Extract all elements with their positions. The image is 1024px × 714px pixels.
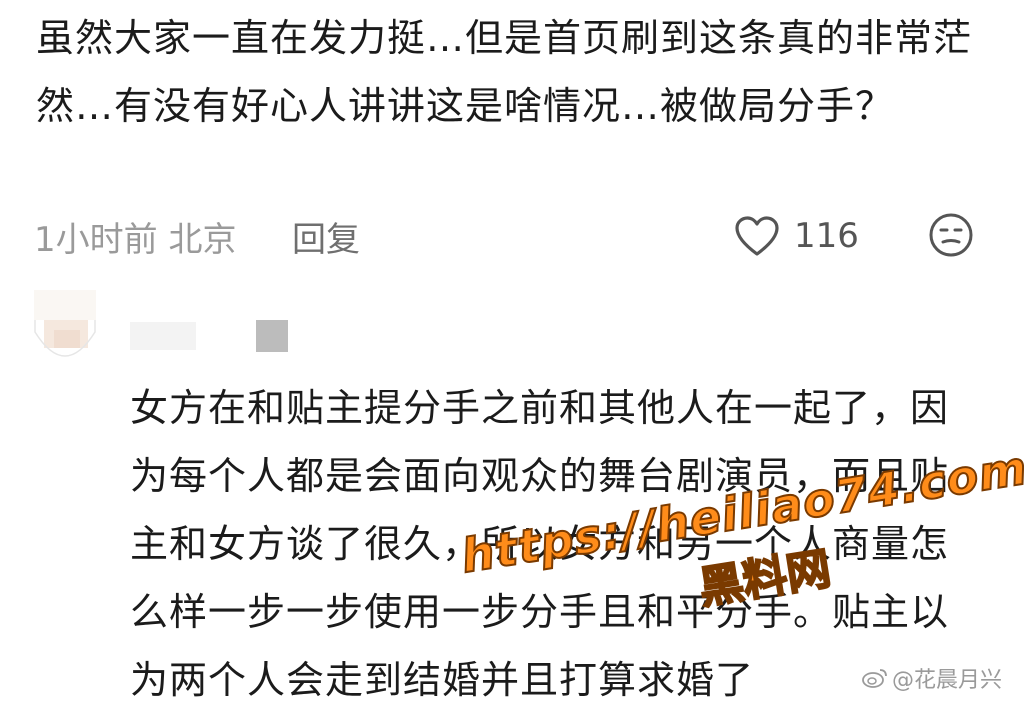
heart-outline-icon	[735, 216, 779, 256]
credit-text: @花晨月兴	[892, 668, 1003, 693]
comment-time-location: 1小时前 北京	[34, 220, 237, 260]
like-count: 116	[794, 216, 859, 256]
weibo-credit: @花晨月兴	[862, 662, 1002, 694]
reply-text: 女方在和贴主提分手之前和其他人在一起了，因为每个人都是会面向观众的舞台剧演员，而…	[130, 386, 950, 702]
comment-meta-row: 1小时前 北京 回复 116	[34, 208, 994, 264]
weibo-icon	[862, 669, 887, 688]
username-redacted	[130, 322, 196, 350]
avatar[interactable]	[34, 290, 96, 366]
badge-redacted	[256, 320, 288, 352]
comment-text: 虽然大家一直在发力挺…但是首页刷到这条真的非常茫然…有没有好心人讲讲这是啥情况……	[36, 16, 973, 128]
reply-button[interactable]: 回复	[292, 212, 360, 261]
like-button[interactable]: 116	[734, 208, 859, 264]
neutral-face-icon[interactable]	[928, 212, 974, 258]
